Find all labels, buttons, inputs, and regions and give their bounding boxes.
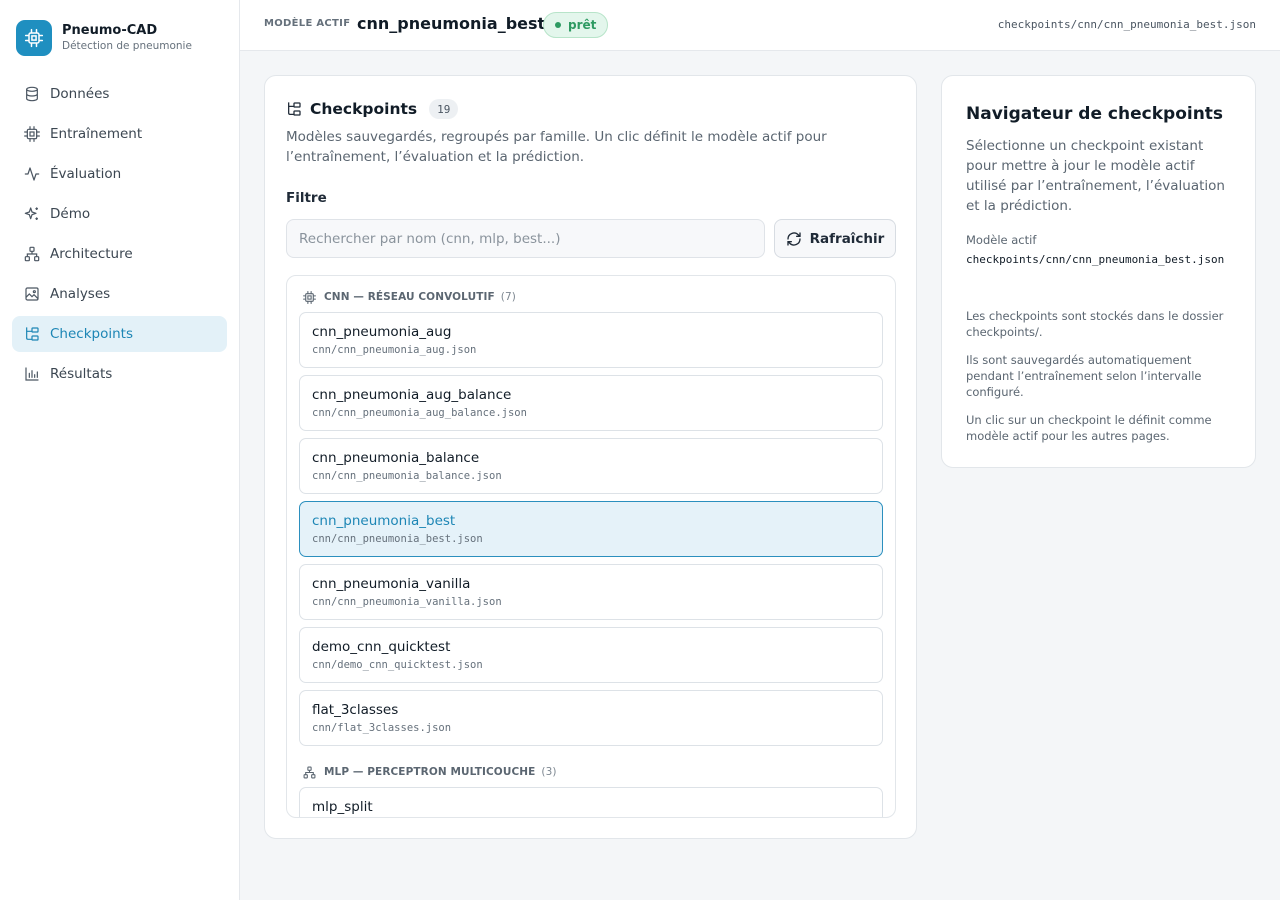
- image-chart-icon: [24, 286, 40, 302]
- checkpoint-list[interactable]: CNN — RÉSEAU CONVOLUTIF (7) cnn_pneumoni…: [286, 275, 896, 818]
- brand-name: Pneumo-CAD: [62, 22, 158, 38]
- sidebar-item-evaluation[interactable]: Évaluation: [12, 156, 227, 192]
- status-dot-icon: [555, 22, 561, 28]
- checkpoint-file: cnn/cnn_pneumonia_aug.json: [312, 344, 477, 356]
- sidebar-item-architecture[interactable]: Architecture: [12, 236, 227, 272]
- group-header-cnn: CNN — RÉSEAU CONVOLUTIF (7): [303, 287, 895, 307]
- sidebar-item-label: Données: [50, 86, 110, 102]
- list-item-selected[interactable]: cnn_pneumonia_best cnn/cnn_pneumonia_bes…: [299, 501, 883, 557]
- checkpoint-count-badge: 19: [429, 99, 459, 119]
- side-title: Navigateur de checkpoints: [966, 104, 1224, 124]
- sidebar-item-label: Entraînement: [50, 126, 143, 142]
- sidebar-item-label: Évaluation: [50, 166, 122, 182]
- checkpoint-file: cnn/cnn_pneumonia_aug_balance.json: [312, 407, 527, 419]
- list-item[interactable]: flat_3classes cnn/flat_3classes.json: [299, 690, 883, 746]
- search-input[interactable]: Rechercher par nom (cnn, mlp, best...): [286, 219, 765, 258]
- sidebar-item-resultats[interactable]: Résultats: [12, 356, 227, 392]
- storage-note: Les checkpoints sont stockés dans le dos…: [966, 309, 1224, 339]
- checkpoint-file: cnn/cnn_pneumonia_balance.json: [312, 470, 502, 482]
- group-count: (3): [541, 766, 557, 778]
- checkpoint-name: cnn_pneumonia_balance: [312, 450, 480, 466]
- card-description: Modèles sauvegardés, regroupés par famil…: [286, 129, 827, 165]
- group-title: MLP — PERCEPTRON MULTICOUCHE: [324, 766, 536, 778]
- list-item[interactable]: demo_cnn_quicktest cnn/demo_cnn_quicktes…: [299, 627, 883, 683]
- active-model-path: checkpoints/cnn/cnn_pneumonia_best.json: [966, 253, 1225, 266]
- top-bar: MODÈLE ACTIF cnn_pneumonia_best prêt che…: [240, 0, 1280, 51]
- sidebar-item-label: Démo: [50, 206, 91, 222]
- status-text: prêt: [568, 18, 597, 32]
- checkpoint-name: mlp_split: [312, 799, 373, 815]
- status-badge: prêt: [543, 12, 609, 38]
- active-model-label: MODÈLE ACTIF: [264, 18, 351, 29]
- checkpoint-browser-info-card: Navigateur de checkpoints Sélectionne un…: [941, 75, 1256, 468]
- side-description: Sélectionne un checkpoint existant pour …: [966, 138, 1225, 214]
- refresh-label: Rafraîchir: [809, 230, 885, 247]
- sidebar-item-demo[interactable]: Démo: [12, 196, 227, 232]
- autosave-note: Ils sont sauvegardés automatiquement pen…: [966, 353, 1202, 399]
- sidebar-item-donnees[interactable]: Données: [12, 76, 227, 112]
- active-model-name: cnn_pneumonia_best: [357, 14, 546, 33]
- group-count: (7): [500, 291, 516, 303]
- bar-chart-icon: [24, 366, 40, 382]
- checkpoint-name: cnn_pneumonia_aug_balance: [312, 387, 512, 403]
- brand[interactable]: Pneumo-CAD Détection de pneumonie: [16, 20, 192, 56]
- folder-tree-icon: [24, 326, 40, 342]
- network-icon: [303, 766, 316, 779]
- sidebar-item-entrainement[interactable]: Entraînement: [12, 116, 227, 152]
- search-placeholder: Rechercher par nom (cnn, mlp, best...): [299, 230, 561, 247]
- sidebar-nav: Données Entraînement Évaluation Démo Arc…: [12, 76, 227, 396]
- refresh-icon: [786, 231, 802, 247]
- sidebar-item-label: Analyses: [50, 286, 111, 302]
- cpu-icon: [303, 290, 316, 304]
- list-item[interactable]: cnn_pneumonia_vanilla cnn/cnn_pneumonia_…: [299, 564, 883, 620]
- refresh-button[interactable]: Rafraîchir: [774, 219, 896, 258]
- brand-subtitle: Détection de pneumonie: [62, 39, 192, 52]
- folder-tree-icon: [286, 101, 302, 117]
- sidebar-item-label: Checkpoints: [50, 326, 133, 342]
- card-title: Checkpoints: [310, 100, 418, 118]
- checkpoint-name: cnn_pneumonia_aug: [312, 324, 452, 340]
- list-item[interactable]: cnn_pneumonia_balance cnn/cnn_pneumonia_…: [299, 438, 883, 494]
- active-model-path: checkpoints/cnn/cnn_pneumonia_best.json: [997, 18, 1256, 31]
- sidebar-item-label: Résultats: [50, 366, 113, 382]
- sidebar-item-analyses[interactable]: Analyses: [12, 276, 227, 312]
- checkpoint-name: flat_3classes: [312, 702, 399, 718]
- activity-icon: [24, 166, 40, 182]
- click-note: Un clic sur un checkpoint le définit com…: [966, 413, 1212, 443]
- network-icon: [24, 246, 40, 262]
- active-model-label: Modèle actif: [966, 233, 1037, 247]
- checkpoint-file: cnn/cnn_pneumonia_vanilla.json: [312, 596, 502, 608]
- sidebar-item-checkpoints[interactable]: Checkpoints: [12, 316, 227, 352]
- group-title: CNN — RÉSEAU CONVOLUTIF: [324, 291, 495, 303]
- sparkles-icon: [24, 206, 40, 222]
- checkpoints-card: Checkpoints 19 Modèles sauvegardés, regr…: [264, 75, 917, 839]
- group-header-mlp: MLP — PERCEPTRON MULTICOUCHE (3): [303, 762, 895, 782]
- checkpoint-file: cnn/flat_3classes.json: [312, 722, 452, 734]
- database-icon: [24, 86, 40, 102]
- cpu-logo-icon: [16, 20, 52, 56]
- checkpoint-name: demo_cnn_quicktest: [312, 639, 451, 655]
- list-item[interactable]: cnn_pneumonia_aug cnn/cnn_pneumonia_aug.…: [299, 312, 883, 368]
- checkpoint-name: cnn_pneumonia_best: [312, 513, 456, 529]
- filter-label: Filtre: [286, 190, 327, 206]
- checkpoint-file: cnn/demo_cnn_quicktest.json: [312, 659, 483, 671]
- checkpoint-file: cnn/cnn_pneumonia_best.json: [312, 533, 483, 545]
- cpu-icon: [24, 126, 40, 142]
- list-item[interactable]: mlp_split: [299, 787, 883, 817]
- checkpoint-name: cnn_pneumonia_vanilla: [312, 576, 471, 592]
- list-item[interactable]: cnn_pneumonia_aug_balance cnn/cnn_pneumo…: [299, 375, 883, 431]
- sidebar-item-label: Architecture: [50, 246, 133, 262]
- sidebar: Pneumo-CAD Détection de pneumonie Donnée…: [0, 0, 240, 900]
